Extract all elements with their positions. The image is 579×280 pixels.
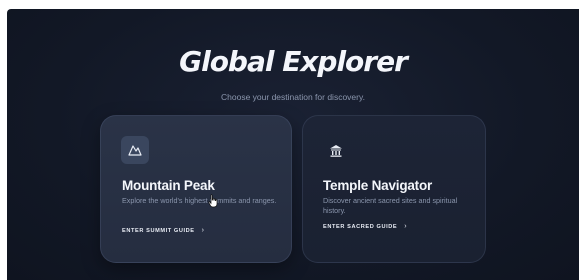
temple-navigator-card[interactable]: Temple Navigator Discover ancient sacred… <box>302 115 486 263</box>
link-label: ENTER SUMMIT GUIDE <box>122 227 195 234</box>
card-description: Discover ancient sacred sites and spirit… <box>323 196 458 215</box>
hero-subtitle: Choose your destination for discovery. <box>221 92 365 102</box>
hand-cursor-icon <box>208 194 218 208</box>
link-label: ENTER SACRED GUIDE <box>323 223 398 230</box>
card-description: Explore the world's highest summits and … <box>122 196 277 205</box>
mountain-icon <box>121 136 149 164</box>
mountain-peak-card[interactable]: Mountain Peak Explore the world's highes… <box>100 115 292 263</box>
enter-sacred-guide-link[interactable]: ENTER SACRED GUIDE › <box>323 223 407 230</box>
chevron-right-icon: › <box>404 223 408 230</box>
temple-icon <box>325 140 347 162</box>
card-title: Temple Navigator <box>323 178 433 193</box>
enter-summit-guide-link[interactable]: ENTER SUMMIT GUIDE › <box>122 227 205 234</box>
card-title: Mountain Peak <box>122 178 215 193</box>
page-frame: Global Explorer Choose your destination … <box>7 9 579 280</box>
hero-title: Global Explorer <box>179 45 408 78</box>
chevron-right-icon: › <box>201 227 205 234</box>
